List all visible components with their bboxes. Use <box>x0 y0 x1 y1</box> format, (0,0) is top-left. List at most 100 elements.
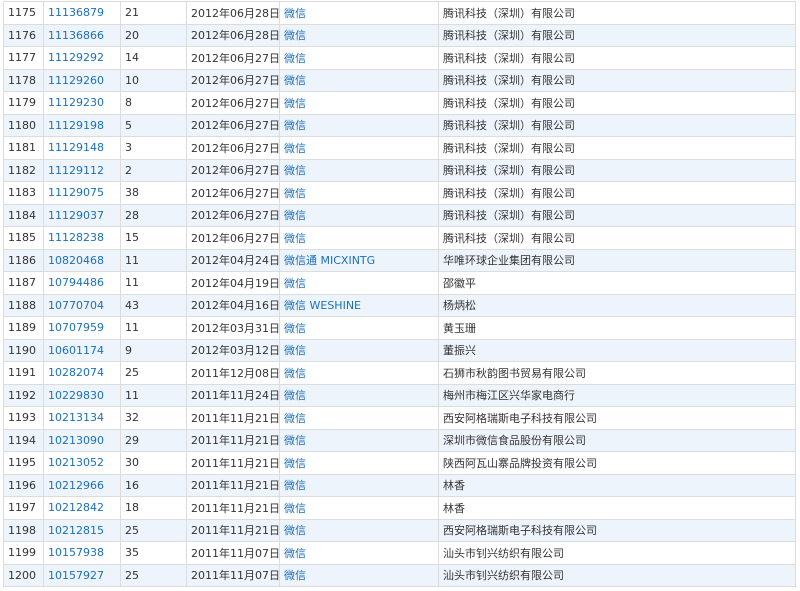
registration-number-link[interactable]: 11136866 <box>48 29 104 42</box>
applicant-name: 汕头市钊兴纺织有限公司 <box>443 569 564 583</box>
registration-number-link[interactable]: 10794486 <box>48 276 104 289</box>
trademark-name-link[interactable]: 微信 <box>284 547 306 560</box>
trademark-name-link[interactable]: 微信 <box>284 29 306 42</box>
registration-number-link[interactable]: 11129037 <box>48 209 104 222</box>
applicant-name: 梅州市梅江区兴华家电商行 <box>443 389 575 403</box>
trademark-name-link[interactable]: 微信 <box>284 52 306 65</box>
cell-row-number: 1198 <box>3 518 44 542</box>
registration-number-link[interactable]: 11129198 <box>48 119 104 132</box>
application-date: 2012年06月27日 <box>191 51 280 65</box>
applicant-name: 石狮市秋韵图书贸易有限公司 <box>443 366 586 380</box>
registration-number-link[interactable]: 10282074 <box>48 366 104 379</box>
registration-number-link[interactable]: 11129148 <box>48 141 104 154</box>
cell-applicant-name: 腾讯科技（深圳）有限公司 <box>438 68 796 92</box>
row-number: 1192 <box>8 388 36 402</box>
cell-row-number: 1179 <box>3 91 44 115</box>
registration-number-link[interactable]: 11128238 <box>48 231 104 244</box>
trademark-name-link[interactable]: 微信 <box>284 569 306 582</box>
trademark-name-link[interactable]: 微信 <box>284 367 306 380</box>
trademark-name-link[interactable]: 微信通 MICXINTG <box>284 254 375 267</box>
application-date: 2011年11月21日 <box>191 456 280 470</box>
trademark-name-link[interactable]: 微信 <box>284 209 306 222</box>
trademark-name-link[interactable]: 微信 <box>284 344 306 357</box>
cell-trademark-name-link: 微信通 MICXINTG <box>279 248 439 272</box>
trademark-name-link[interactable]: 微信 WESHINE <box>284 299 361 312</box>
table-row: 1199 10157938 35 2011年11月07日 微信 汕头市钊兴纺织有限公司 <box>3 541 796 565</box>
cell-trademark-name-link: 微信 <box>279 46 439 70</box>
registration-number-link[interactable]: 11136879 <box>48 6 104 19</box>
cell-row-number: 1196 <box>3 473 44 497</box>
trademark-name-link[interactable]: 微信 <box>284 142 306 155</box>
trademark-name-link[interactable]: 微信 <box>284 457 306 470</box>
class-number: 5 <box>125 118 132 132</box>
cell-application-date: 2012年06月27日 <box>186 113 280 137</box>
cell-application-date: 2012年06月27日 <box>186 136 280 160</box>
trademark-name-link[interactable]: 微信 <box>284 7 306 20</box>
registration-number-link[interactable]: 10820468 <box>48 254 104 267</box>
registration-number-link[interactable]: 10213090 <box>48 434 104 447</box>
registration-number-link[interactable]: 10213052 <box>48 456 104 469</box>
registration-number-link[interactable]: 10707959 <box>48 321 104 334</box>
cell-trademark-name-link: 微信 <box>279 136 439 160</box>
trademark-name-link[interactable]: 微信 <box>284 232 306 245</box>
trademark-name-link[interactable]: 微信 <box>284 187 306 200</box>
trademark-name-link[interactable]: 微信 <box>284 389 306 402</box>
application-date: 2012年06月27日 <box>191 74 280 88</box>
registration-number-link[interactable]: 11129112 <box>48 164 104 177</box>
trademark-name-link[interactable]: 微信 <box>284 97 306 110</box>
registration-number-link[interactable]: 10212966 <box>48 479 104 492</box>
registration-number-link[interactable]: 10770704 <box>48 299 104 312</box>
cell-application-date: 2012年06月27日 <box>186 158 280 182</box>
registration-number-link[interactable]: 10213134 <box>48 411 104 424</box>
row-number: 1181 <box>8 141 36 155</box>
table-row: 1192 10229830 11 2011年11月24日 微信 梅州市梅江区兴华家电商行 <box>3 383 796 407</box>
trademark-name-link[interactable]: 微信 <box>284 524 306 537</box>
row-number: 1188 <box>8 298 36 312</box>
cell-application-date: 2011年11月21日 <box>186 473 280 497</box>
registration-number-link[interactable]: 11129292 <box>48 51 104 64</box>
cell-trademark-name-link: 微信 <box>279 1 439 25</box>
cell-row-number: 1182 <box>3 158 44 182</box>
registration-number-link[interactable]: 11129260 <box>48 74 104 87</box>
cell-applicant-name: 腾讯科技（深圳）有限公司 <box>438 226 796 250</box>
trademark-name-link[interactable]: 微信 <box>284 479 306 492</box>
cell-class-number: 10 <box>120 68 187 92</box>
class-number: 2 <box>125 163 132 177</box>
trademark-name-link[interactable]: 微信 <box>284 412 306 425</box>
registration-number-link[interactable]: 10601174 <box>48 344 104 357</box>
applicant-name: 腾讯科技（深圳）有限公司 <box>443 164 575 178</box>
class-number: 25 <box>125 366 139 380</box>
table-row: 1198 10212815 25 2011年11月21日 微信 西安阿格瑞斯电子科技有限公… <box>3 518 796 542</box>
trademark-name-link[interactable]: 微信 <box>284 434 306 447</box>
registration-number-link[interactable]: 10157938 <box>48 546 104 559</box>
cell-row-number: 1197 <box>3 496 44 520</box>
trademark-name-link[interactable]: 微信 <box>284 502 306 515</box>
row-number: 1199 <box>8 546 36 560</box>
cell-application-date: 2011年11月21日 <box>186 451 280 475</box>
trademark-name-link[interactable]: 微信 <box>284 164 306 177</box>
class-number: 11 <box>125 321 139 335</box>
registration-number-link[interactable]: 10212842 <box>48 501 104 514</box>
registration-number-link[interactable]: 10157927 <box>48 569 104 582</box>
application-date: 2011年11月21日 <box>191 434 280 448</box>
applicant-name: 深圳市微信食品股份有限公司 <box>443 434 586 448</box>
registration-number-link[interactable]: 10212815 <box>48 524 104 537</box>
cell-application-date: 2012年06月27日 <box>186 203 280 227</box>
class-number: 14 <box>125 51 139 65</box>
trademark-name-link[interactable]: 微信 <box>284 119 306 132</box>
trademark-name-link[interactable]: 微信 <box>284 74 306 87</box>
cell-applicant-name: 杨炳松 <box>438 293 796 317</box>
row-number: 1176 <box>8 28 36 42</box>
class-number: 11 <box>125 253 139 267</box>
cell-trademark-name-link: 微信 <box>279 563 439 587</box>
registration-number-link[interactable]: 11129075 <box>48 186 104 199</box>
registration-number-link[interactable]: 11129230 <box>48 96 104 109</box>
application-date: 2012年06月28日 <box>191 29 280 43</box>
cell-applicant-name: 陕西阿瓦山寨品牌投资有限公司 <box>438 451 796 475</box>
trademark-name-link[interactable]: 微信 <box>284 322 306 335</box>
trademark-name-link[interactable]: 微信 <box>284 277 306 290</box>
cell-applicant-name: 腾讯科技（深圳）有限公司 <box>438 1 796 25</box>
cell-row-number: 1191 <box>3 361 44 385</box>
registration-number-link[interactable]: 10229830 <box>48 389 104 402</box>
row-number: 1180 <box>8 118 36 132</box>
